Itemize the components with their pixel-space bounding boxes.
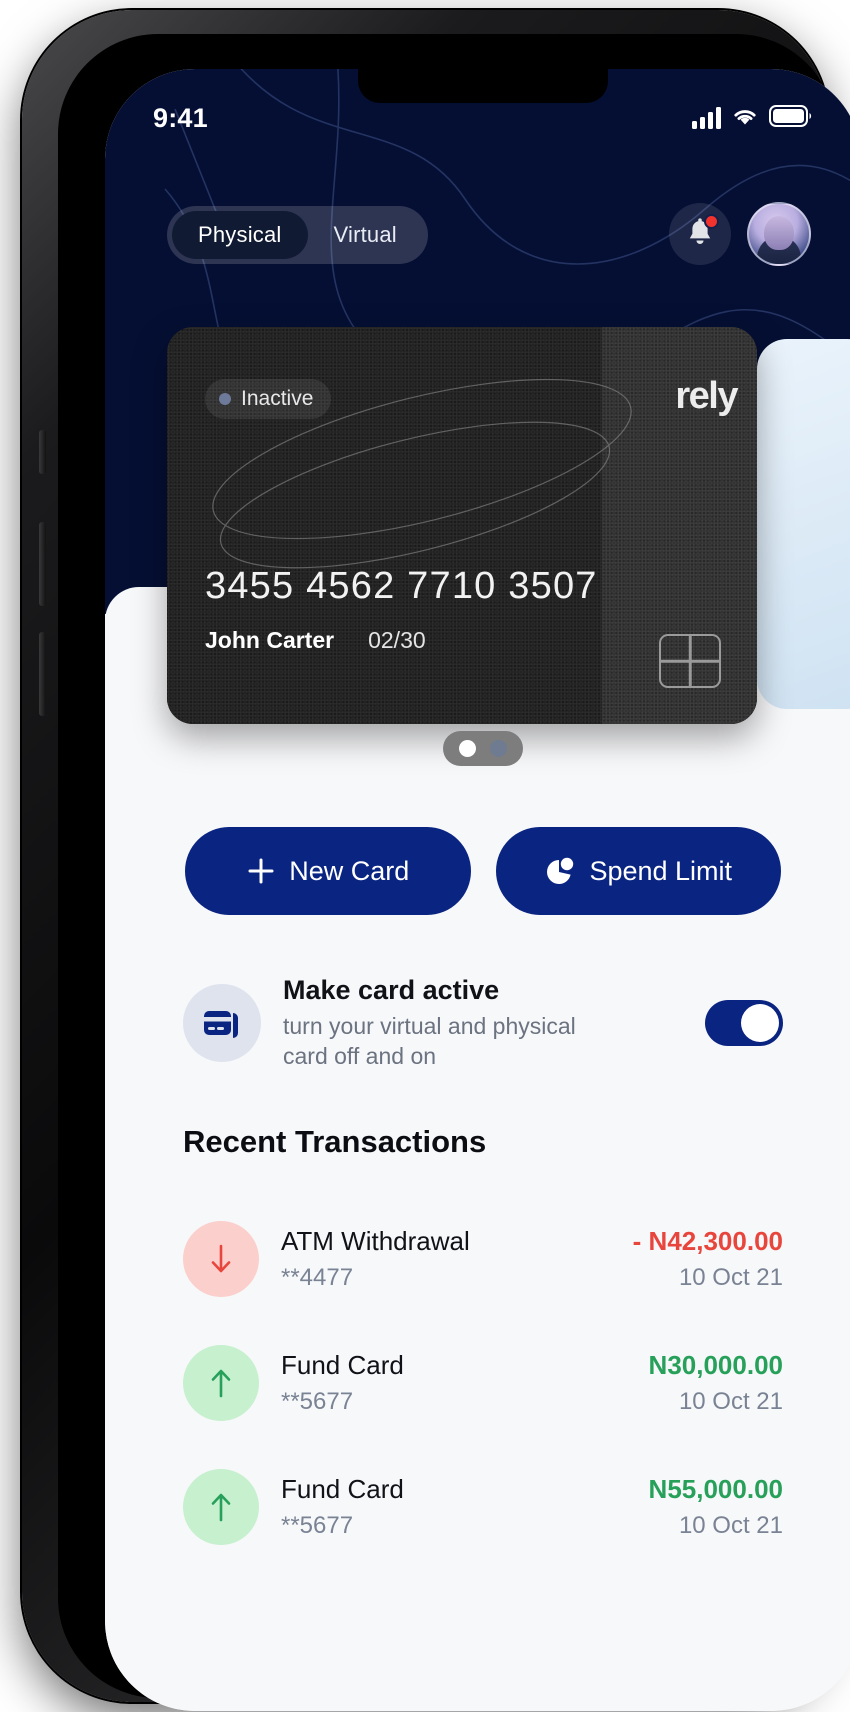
card-status-badge: Inactive (205, 379, 332, 419)
phone-bezel: 9:41 Physical Virtual Inactive rely 3455… (58, 34, 850, 1711)
transaction-amount: N30,000.00 (648, 1350, 783, 1380)
next-card-preview[interactable] (757, 339, 850, 709)
make-card-active-title: Make card active (283, 975, 500, 1005)
card-active-toggle[interactable] (705, 1000, 783, 1047)
battery-icon (769, 104, 813, 132)
card-number: 3455 4562 7710 3507 (205, 565, 598, 607)
page-dot-1[interactable] (459, 740, 476, 757)
transaction-meta: - N42,300.00 10 Oct 21 (633, 1226, 783, 1292)
notification-badge-dot (704, 214, 719, 229)
table-row[interactable]: Fund Card **5677 N30,000.00 10 Oct 21 (105, 1321, 850, 1445)
make-card-active-row[interactable]: Make card active turn your virtual and p… (105, 975, 850, 1072)
transaction-name: Fund Card (281, 1474, 404, 1504)
new-card-button[interactable]: New Card (185, 827, 471, 915)
phone-frame: 9:41 Physical Virtual Inactive rely 3455… (22, 10, 850, 1711)
card-holder-name: John Carter (205, 627, 335, 653)
segment-physical[interactable]: Physical (172, 211, 308, 259)
notifications-button[interactable] (669, 203, 731, 265)
transaction-card-mask: **4477 (281, 1264, 354, 1291)
carousel-page-indicator[interactable] (443, 731, 523, 766)
toggle-knob (741, 1004, 779, 1043)
transaction-amount: N55,000.00 (648, 1474, 783, 1504)
signal-bars-icon (692, 107, 721, 129)
arrow-up-icon (183, 1469, 259, 1545)
transaction-name: ATM Withdrawal (281, 1226, 470, 1256)
table-row[interactable]: Fund Card **5677 N55,000.00 10 Oct 21 (105, 1445, 850, 1569)
silent-switch[interactable] (39, 430, 46, 474)
volume-up-button[interactable] (39, 522, 46, 606)
status-dot-icon (219, 393, 231, 405)
transaction-info: Fund Card **5677 (281, 1474, 627, 1540)
make-card-active-text: Make card active turn your virtual and p… (283, 975, 683, 1072)
status-icons (692, 104, 813, 132)
make-card-active-subtitle: turn your virtual and physical card off … (283, 1013, 576, 1070)
spend-limit-label: Spend Limit (589, 855, 733, 886)
plus-icon (248, 858, 274, 884)
header-actions (669, 202, 811, 266)
transaction-date: 10 Oct 21 (678, 1512, 783, 1539)
table-row[interactable]: ATM Withdrawal **4477 - N42,300.00 10 Oc… (105, 1197, 850, 1321)
status-time: 9:41 (153, 102, 208, 133)
transaction-meta: N55,000.00 10 Oct 21 (649, 1474, 783, 1540)
transaction-info: Fund Card **5677 (281, 1350, 627, 1416)
segment-virtual[interactable]: Virtual (308, 211, 423, 259)
transaction-date: 10 Oct 21 (678, 1388, 783, 1415)
arrow-down-icon (183, 1221, 259, 1297)
avatar-face (764, 216, 794, 250)
wifi-icon (731, 105, 759, 132)
phone-screen: 9:41 Physical Virtual Inactive rely 3455… (105, 69, 850, 1711)
credit-card-icon (183, 984, 261, 1063)
card-brand-logo: rely (675, 375, 738, 417)
quick-actions: New Card Spend Limit (105, 827, 850, 915)
transaction-name: Fund Card (281, 1350, 404, 1380)
volume-down-button[interactable] (39, 632, 46, 716)
card-footer: John Carter 02/30 (205, 627, 426, 654)
avatar[interactable] (747, 202, 811, 266)
spend-limit-button[interactable]: Spend Limit (495, 827, 781, 915)
transaction-card-mask: **5677 (281, 1388, 354, 1415)
screen-notch (358, 69, 608, 103)
pie-chart-icon (547, 857, 574, 884)
new-card-label: New Card (289, 855, 410, 886)
card-carousel[interactable]: Inactive rely 3455 4562 7710 3507 John C… (105, 327, 850, 727)
transactions-list: ATM Withdrawal **4477 - N42,300.00 10 Oc… (105, 1197, 850, 1569)
recent-transactions-title: Recent Transactions (183, 1124, 487, 1159)
transaction-card-mask: **5677 (281, 1512, 354, 1539)
transaction-date: 10 Oct 21 (678, 1264, 783, 1291)
transaction-meta: N30,000.00 10 Oct 21 (649, 1350, 783, 1416)
page-dot-2[interactable] (490, 740, 507, 757)
transaction-info: ATM Withdrawal **4477 (281, 1226, 611, 1292)
transaction-amount: - N42,300.00 (632, 1226, 783, 1256)
card-status-label: Inactive (241, 387, 314, 410)
arrow-up-icon (183, 1345, 259, 1421)
card-expiry-date: 02/30 (368, 627, 426, 653)
credit-card[interactable]: Inactive rely 3455 4562 7710 3507 John C… (167, 327, 757, 724)
card-chip-icon (659, 634, 721, 688)
card-type-segmented-control[interactable]: Physical Virtual (167, 206, 428, 264)
